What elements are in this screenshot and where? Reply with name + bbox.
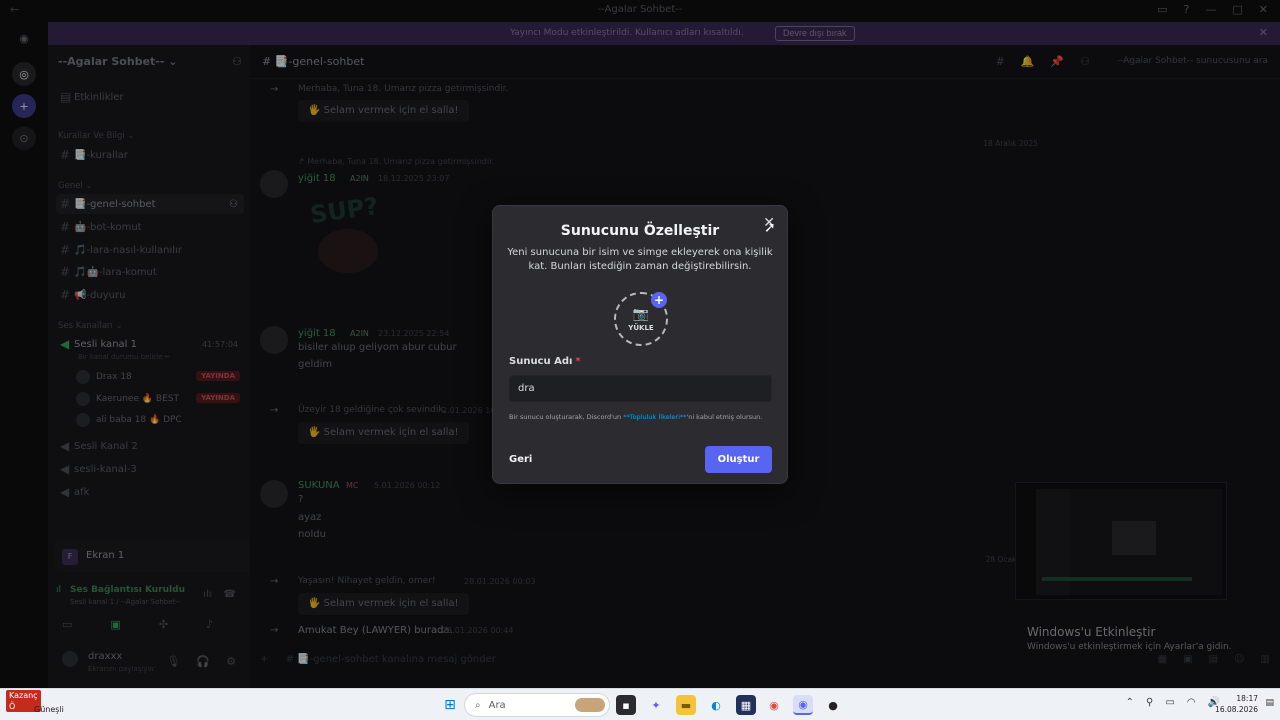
community-guidelines-link[interactable]: **Topluluk İlkeleri** — [623, 413, 686, 421]
search-highlight-icon — [575, 698, 605, 712]
clock-time: 18:17 — [1236, 694, 1258, 703]
clock-date: 16.08.2026 — [1215, 705, 1258, 714]
weather-text: Güneşli — [34, 705, 64, 714]
windows-taskbar: Kazanç Ö Güneşli ⊞ ⌕ Ara ▪ ✦ ▬ ◐ ▦ ◉ ◉ ●… — [0, 688, 1280, 720]
upload-label: YÜKLE — [628, 323, 654, 332]
chrome-icon[interactable]: ◉ — [764, 695, 784, 715]
server-name-label: Sunucu Adı * — [509, 356, 581, 367]
store-icon[interactable]: ▦ — [736, 695, 756, 715]
search-placeholder: Ara — [488, 699, 506, 711]
taskbar-search[interactable]: ⌕ Ara — [464, 693, 610, 717]
monitor-icon[interactable]: ▭ — [1165, 697, 1174, 708]
notification-icon[interactable]: ▤ — [1265, 698, 1274, 708]
location-icon[interactable]: ⚲ — [1146, 697, 1153, 708]
discord-window: ← --Agalar Sohbet-- ▭ ? — □ ✕ ◉ ◎ + ⊙ Ya… — [0, 0, 1280, 688]
server-name-input[interactable] — [509, 375, 772, 402]
modal-description: Yeni sunucuna bir isim ve simge ekleyere… — [507, 247, 773, 272]
plus-icon[interactable]: + — [651, 292, 667, 308]
start-icon[interactable]: ⊞ — [440, 695, 460, 715]
file-explorer-icon[interactable]: ▬ — [676, 695, 696, 715]
edge-icon[interactable]: ◐ — [706, 695, 726, 715]
wifi-icon[interactable]: ◠ — [1187, 697, 1196, 708]
camera-icon: 📷 — [632, 306, 650, 322]
task-view-icon[interactable]: ▪ — [616, 695, 636, 715]
discord-taskbar-icon[interactable]: ◉ — [793, 695, 813, 715]
search-icon: ⌕ — [475, 699, 481, 711]
app-icon[interactable]: ● — [823, 695, 843, 715]
clock[interactable]: 18:17 16.08.2026 — [1215, 693, 1258, 715]
chevron-up-icon[interactable]: ⌃ — [1126, 697, 1134, 708]
copilot-icon[interactable]: ✦ — [646, 695, 666, 715]
mouse-cursor-icon: ➚ — [764, 220, 776, 236]
terms-notice: Bir sunucu oluşturarak, Discord'un **Top… — [509, 413, 763, 421]
system-tray: ⌃ ⚲ ▭ ◠ 🔊 — [1126, 697, 1220, 708]
modal-title: Sunucunu Özelleştir — [560, 223, 720, 239]
back-button[interactable]: Geri — [509, 454, 532, 465]
create-button[interactable]: Oluştur — [705, 446, 772, 473]
customize-server-modal: ✕ Sunucunu Özelleştir Yeni sunucuna bir … — [492, 205, 788, 484]
